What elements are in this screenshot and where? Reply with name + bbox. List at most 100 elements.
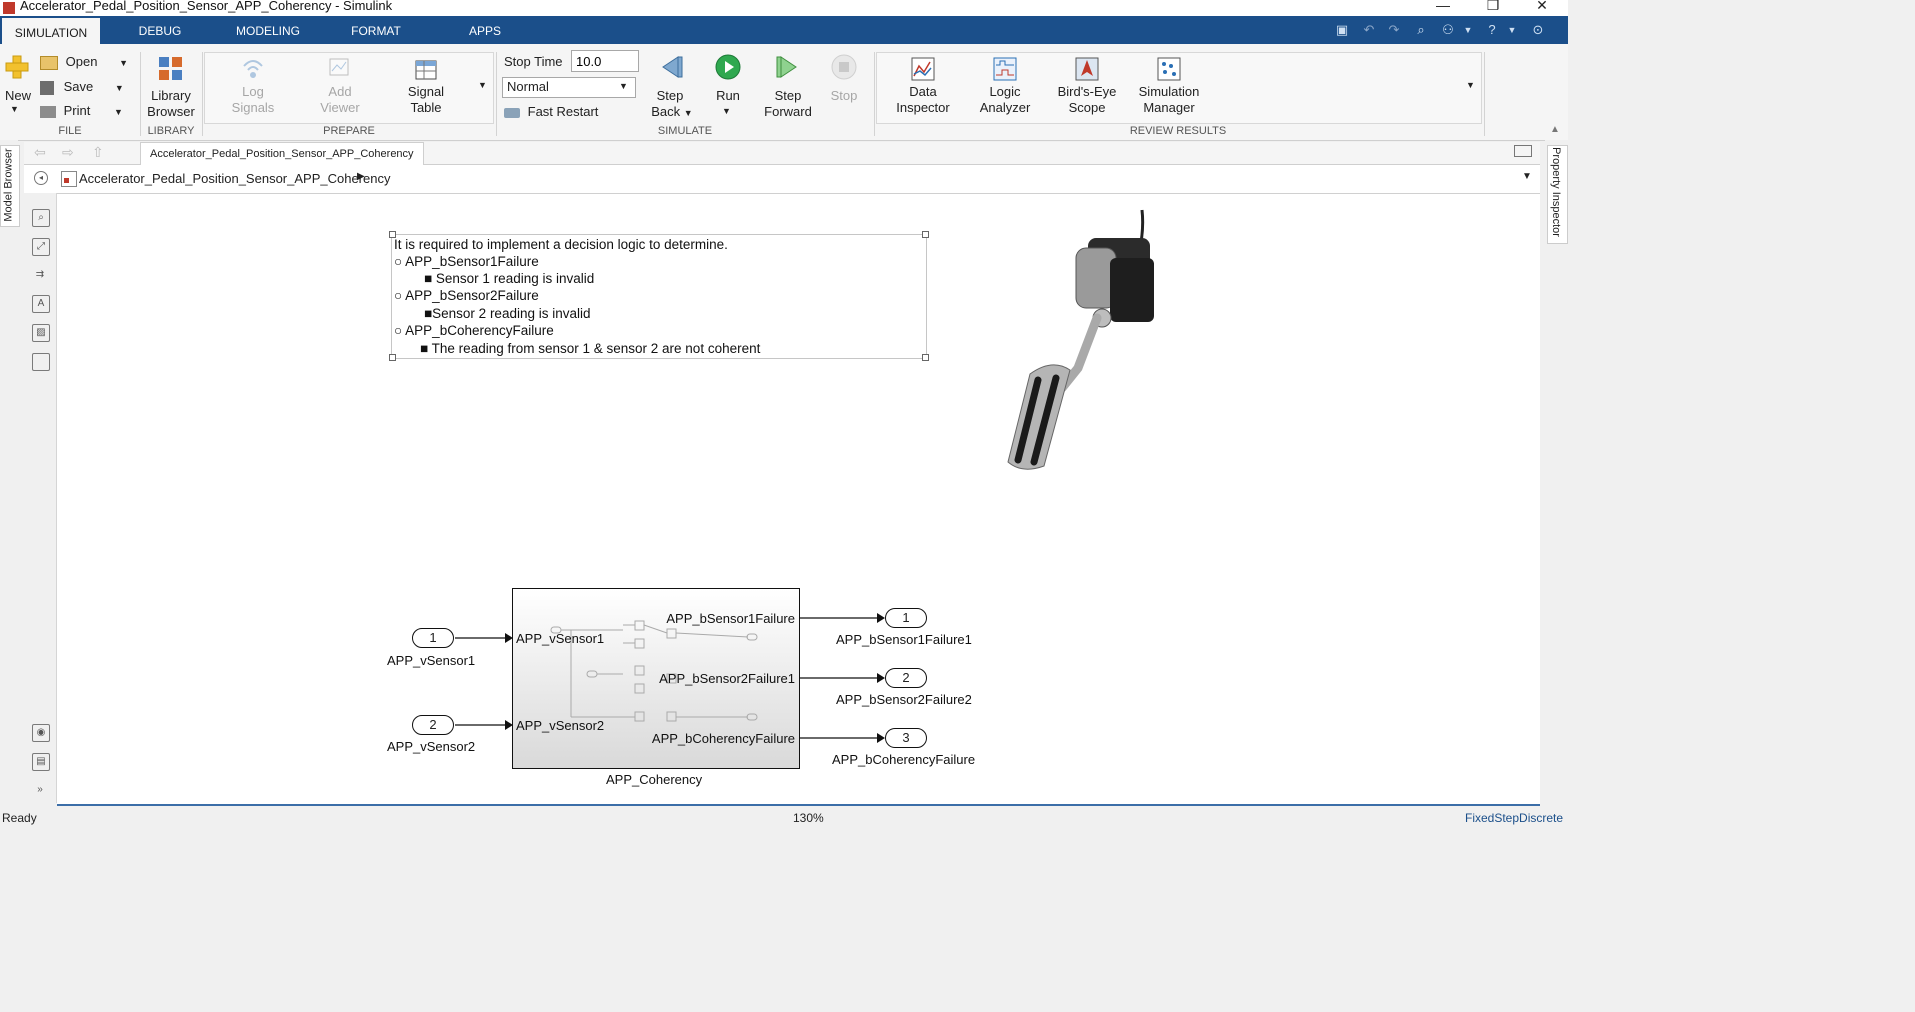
outport-3[interactable]: 3 <box>885 728 927 748</box>
run-chevron-icon[interactable]: ▼ <box>722 106 731 116</box>
logic-analyzer-line1[interactable]: Logic <box>972 84 1038 99</box>
inport-2[interactable]: 2 <box>412 715 454 735</box>
run-button[interactable]: Run <box>706 88 750 103</box>
model-browser-label: Model Browser <box>2 148 15 222</box>
help-icon[interactable]: ? <box>1484 22 1500 38</box>
forward-arrow-icon[interactable]: ⇨ <box>62 144 74 161</box>
redo-icon[interactable]: ↷ <box>1386 22 1402 38</box>
group-label-prepare: PREPARE <box>323 125 375 137</box>
run-icon[interactable] <box>715 54 741 80</box>
subsystem-in2: APP_vSensor2 <box>516 718 605 733</box>
address-bar: ◂ Accelerator_Pedal_Position_Sensor_APP_… <box>24 165 1540 194</box>
left-side-strip <box>0 140 18 810</box>
stop-button: Stop <box>830 88 858 103</box>
new-button[interactable]: New <box>2 88 34 103</box>
address-dropdown-icon[interactable]: ▼ <box>1522 171 1532 182</box>
separator <box>140 52 141 136</box>
zoom-icon[interactable]: ⌕ <box>32 209 50 227</box>
document-tab[interactable]: Accelerator_Pedal_Position_Sensor_APP_Co… <box>140 142 424 165</box>
solver-link[interactable]: FixedStepDiscrete <box>1465 811 1563 825</box>
fast-restart-toggle[interactable]: Fast Restart <box>504 104 598 119</box>
keyboard-icon[interactable] <box>1514 145 1532 157</box>
collapse-ribbon-arrow-icon[interactable]: ▲ <box>1550 124 1560 135</box>
property-inspector-tab[interactable]: Property Inspector <box>1547 145 1568 244</box>
tab-simulation[interactable]: SIMULATION <box>2 16 100 46</box>
save-label: Save <box>63 79 94 94</box>
signal-table-line2[interactable]: Table <box>400 100 452 115</box>
arrow-direction-icon[interactable]: ⇉ <box>32 267 48 283</box>
tab-apps[interactable]: APPS <box>452 16 518 44</box>
signal-table-icon[interactable] <box>413 58 439 84</box>
step-forward-line2[interactable]: Forward <box>760 104 816 119</box>
annotation-icon[interactable]: A <box>32 295 50 313</box>
data-inspector-icon[interactable] <box>910 56 936 82</box>
logic-analyzer-line2[interactable]: Analyzer <box>972 100 1038 115</box>
close-button[interactable]: ✕ <box>1519 0 1565 15</box>
review-gallery-chevron-icon[interactable]: ▼ <box>1466 80 1475 90</box>
restore-button[interactable]: ❐ <box>1470 0 1516 15</box>
inport-1[interactable]: 1 <box>412 628 454 648</box>
area-icon[interactable] <box>32 353 50 371</box>
expand-palette-icon[interactable]: » <box>32 782 48 798</box>
new-model-icon[interactable] <box>4 54 30 80</box>
community-icon[interactable]: ⚇ <box>1440 22 1456 38</box>
tab-format[interactable]: FORMAT <box>336 16 416 44</box>
step-back-line2[interactable]: Back ▼ <box>648 104 696 119</box>
library-browser-line2[interactable]: Browser <box>146 104 196 119</box>
stop-time-input[interactable] <box>571 50 639 72</box>
print-button[interactable]: Print ▼ <box>40 103 130 118</box>
library-browser-line1[interactable]: Library <box>146 88 196 103</box>
breadcrumb[interactable]: Accelerator_Pedal_Position_Sensor_APP_Co… <box>79 171 390 186</box>
outport-1[interactable]: 1 <box>885 608 927 628</box>
simulation-mode-select[interactable]: Normal ▼ <box>502 77 636 98</box>
subsystem-in1: APP_vSensor1 <box>516 631 605 646</box>
group-label-file: FILE <box>58 125 82 137</box>
search-icon[interactable]: ⌕ <box>1413 22 1429 38</box>
birds-eye-scope-icon[interactable] <box>1074 56 1100 82</box>
breadcrumb-chevron-icon[interactable]: ▶ <box>357 171 365 182</box>
screenshot-icon[interactable]: ◉ <box>32 724 50 742</box>
new-dropdown-chevron-icon[interactable]: ▼ <box>10 104 19 114</box>
step-forward-line1[interactable]: Step <box>764 88 812 103</box>
outport-2[interactable]: 2 <box>885 668 927 688</box>
report-icon[interactable]: ▤ <box>32 753 50 771</box>
save-button[interactable]: Save ▼ <box>40 79 130 95</box>
subsystem-block[interactable]: APP_vSensor1 APP_vSensor2 APP_bSensor1Fa… <box>512 588 800 769</box>
back-arrow-icon[interactable]: ⇦ <box>34 144 46 161</box>
prepare-gallery-chevron-icon[interactable]: ▼ <box>478 80 487 90</box>
minimize-button[interactable]: — <box>1420 0 1466 15</box>
help-menu-chevron-icon[interactable]: ▼ <box>1504 22 1520 38</box>
sim-manager-line2[interactable]: Manager <box>1132 100 1206 115</box>
step-back-icon[interactable] <box>658 54 684 80</box>
editor-nav-bar: ⇦ ⇨ ⇧ Accelerator_Pedal_Position_Sensor_… <box>24 142 1540 165</box>
chevron-down-icon[interactable]: ▼ <box>1460 22 1476 38</box>
birds-eye-line2[interactable]: Scope <box>1054 100 1120 115</box>
hide-explorer-icon[interactable]: ◂ <box>34 171 48 185</box>
undo-icon[interactable]: ↶ <box>1361 22 1377 38</box>
data-inspector-line2[interactable]: Inspector <box>890 100 956 115</box>
up-arrow-icon[interactable]: ⇧ <box>92 144 104 161</box>
collapse-ribbon-icon[interactable]: ⊙ <box>1530 22 1546 38</box>
tab-debug[interactable]: DEBUG <box>118 16 202 44</box>
data-inspector-line1[interactable]: Data <box>890 84 956 99</box>
open-button[interactable]: Open ▼ <box>40 54 130 70</box>
tab-modeling[interactable]: MODELING <box>224 16 312 44</box>
log-signals-line1: Log <box>242 84 264 99</box>
fit-to-view-icon[interactable]: ⤢ <box>32 238 50 256</box>
logic-analyzer-icon[interactable] <box>992 56 1018 82</box>
model-browser-tab[interactable]: Model Browser <box>0 145 20 227</box>
simulation-manager-icon[interactable] <box>1156 56 1182 82</box>
sim-manager-line1[interactable]: Simulation <box>1132 84 1206 99</box>
step-forward-icon[interactable] <box>775 54 801 80</box>
library-browser-icon[interactable] <box>158 56 184 82</box>
diagram-canvas[interactable]: It is required to implement a decision l… <box>57 194 1540 806</box>
save-quick-icon[interactable]: ▣ <box>1334 22 1350 38</box>
mode-chevron-down-icon: ▼ <box>619 81 628 91</box>
signal-table-line1[interactable]: Signal <box>400 84 452 99</box>
separator <box>1484 52 1485 136</box>
add-viewer-line2: Viewer <box>320 100 360 115</box>
step-back-line1[interactable]: Step <box>648 88 692 103</box>
fast-restart-icon <box>504 107 520 118</box>
birds-eye-line1[interactable]: Bird's-Eye <box>1054 84 1120 99</box>
image-icon[interactable]: ▨ <box>32 324 50 342</box>
